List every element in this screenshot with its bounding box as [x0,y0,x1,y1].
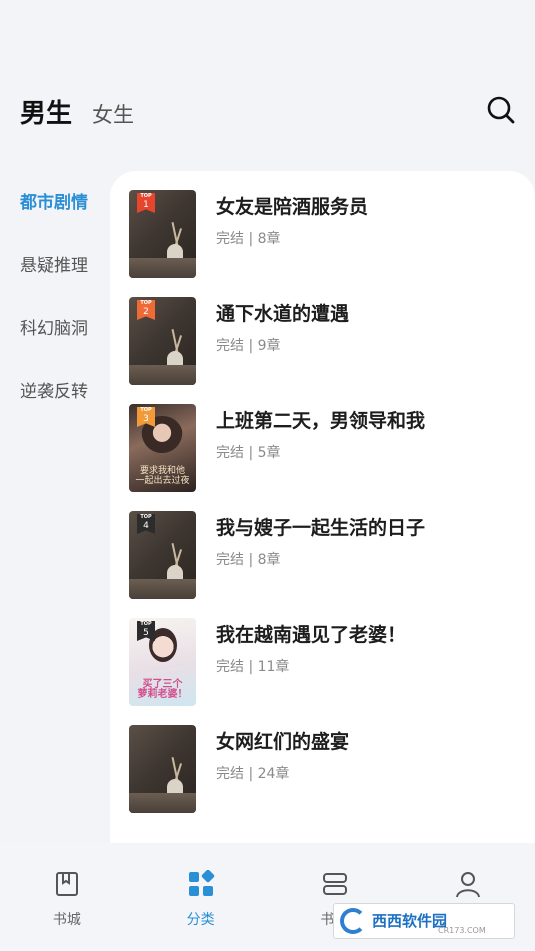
book-meta: 完结 | 9章 [216,338,281,354]
book-meta: 完结 | 8章 [216,231,281,247]
book-title: 女友是陪酒服务员 [216,196,369,218]
user-icon [456,872,481,898]
category-item-comeback[interactable]: 逆袭反转 [0,371,110,434]
bookshelf-icon [322,873,347,895]
category-item-mystery[interactable]: 悬疑推理 [0,245,110,308]
category-item-urban[interactable]: 都市剧情 [0,182,110,245]
nav-bookstore[interactable]: 书城 [0,843,134,951]
rank-badge: TOP 2 [137,300,155,320]
watermark-subtext: CR173.COM [438,926,486,935]
book-list-item[interactable]: TOP 4 我与嫂子一起生活的日子 完结 | 8章 [129,511,529,601]
cover-text: 要求我和他 一起出去过夜 [135,466,190,486]
book-title: 我与嫂子一起生活的日子 [216,517,426,539]
book-meta: 完结 | 5章 [216,445,281,461]
search-icon [487,96,515,124]
book-cover: TOP 1 [129,190,196,278]
book-title: 女网红们的盛宴 [216,731,350,753]
book-list-panel: TOP 1 女友是陪酒服务员 完结 | 8章 TOP 2 通下水道的遭遇 完结 … [110,171,535,843]
book-list-item[interactable]: 要求我和他 一起出去过夜 TOP 3 上班第二天，男领导和我 完结 | 5章 [129,404,529,494]
book-icon [56,872,78,896]
book-meta: 完结 | 8章 [216,552,281,568]
book-title: 通下水道的遭遇 [216,303,350,325]
book-list-item[interactable]: 买了三个 萝莉老婆！ TOP 5 我在越南遇见了老婆！ 完结 | 11章 [129,618,529,708]
book-cover [129,725,196,813]
book-meta: 完结 | 24章 [216,766,290,782]
book-title: 我在越南遇见了老婆！ [216,624,407,646]
watermark-logo-icon [340,908,366,934]
book-cover: TOP 2 [129,297,196,385]
nav-label: 书城 [52,912,81,928]
cover-text: 买了三个 萝莉老婆！ [137,679,188,700]
gender-tabs: 男生 女生 [20,93,154,130]
category-sidebar: 都市剧情 悬疑推理 科幻脑洞 逆袭反转 [0,182,110,434]
tab-female[interactable]: 女生 [92,99,134,129]
book-list-item[interactable]: TOP 2 通下水道的遭遇 完结 | 9章 [129,297,529,387]
book-title: 上班第二天，男领导和我 [216,410,426,432]
tab-male[interactable]: 男生 [20,93,72,130]
category-item-scifi[interactable]: 科幻脑洞 [0,308,110,371]
book-list-item[interactable]: 女网红们的盛宴 完结 | 24章 [129,725,529,815]
watermark-text: 西西软件园 [372,912,448,930]
search-button[interactable] [486,95,516,125]
rank-badge: TOP 4 [137,514,155,534]
watermark: 西西软件园 CR173.COM [333,903,515,939]
nav-label: 分类 [186,912,215,928]
book-list-item[interactable]: TOP 1 女友是陪酒服务员 完结 | 8章 [129,190,529,280]
book-cover: 要求我和他 一起出去过夜 TOP 3 [129,404,196,492]
book-cover: TOP 4 [129,511,196,599]
book-cover: 买了三个 萝莉老婆！ TOP 5 [129,618,196,706]
category-grid-icon [188,870,214,896]
book-meta: 完结 | 11章 [216,659,290,675]
rank-badge: TOP 1 [137,193,155,213]
nav-category[interactable]: 分类 [134,843,268,951]
rank-badge: TOP 5 [137,621,155,641]
